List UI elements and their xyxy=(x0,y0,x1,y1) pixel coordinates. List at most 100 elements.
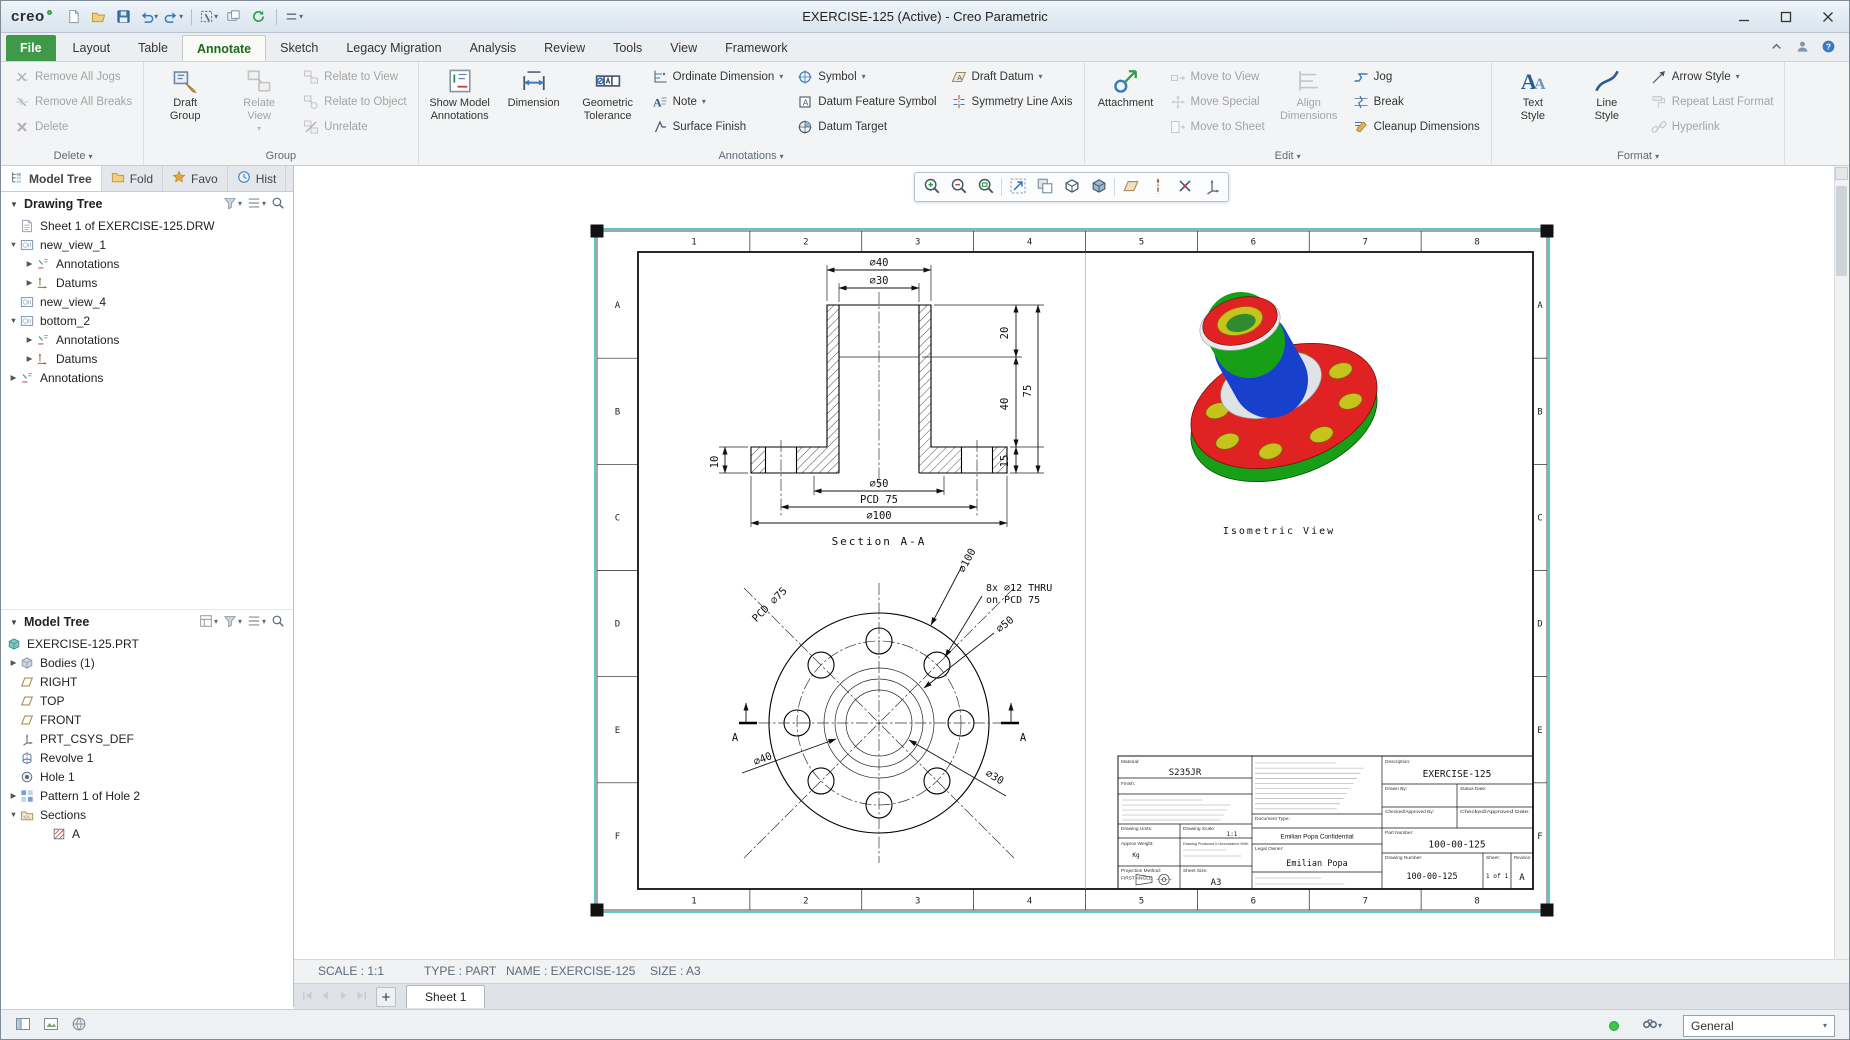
sheet-corner-handle[interactable] xyxy=(1540,224,1554,238)
attachment-button[interactable]: Attachment xyxy=(1090,64,1162,142)
dim-pcd75[interactable]: PCD 75 xyxy=(860,494,898,506)
tree-item-revolve-1[interactable]: Revolve 1 xyxy=(1,748,293,767)
navigator-tab-favo[interactable]: Favo xyxy=(163,166,228,191)
tab-tools[interactable]: Tools xyxy=(599,35,656,61)
panel-toggle-button[interactable] xyxy=(11,1014,35,1038)
symmetry-line-axis-button[interactable]: Symmetry Line Axis xyxy=(945,89,1079,114)
draft-datum-button[interactable]: A Draft Datum ▾ xyxy=(945,64,1079,89)
tree-item-sheet-1-of-exercise-125-drw[interactable]: Sheet 1 of EXERCISE-125.DRW xyxy=(1,216,293,235)
model-display-button[interactable]: ▾ xyxy=(198,613,219,632)
repaint-button[interactable] xyxy=(1031,174,1058,200)
collapse-ribbon-button[interactable] xyxy=(1765,38,1787,58)
show-model-annotations-button[interactable]: Show Model Annotations xyxy=(424,64,496,142)
user-button[interactable] xyxy=(1791,38,1813,58)
ribbon-group-label-delete[interactable]: Delete ▾ xyxy=(3,150,143,162)
symbol-button[interactable]: Symbol ▾ xyxy=(791,64,942,89)
tree-item-datums[interactable]: ▶ Datums xyxy=(1,273,293,292)
new-window-button[interactable] xyxy=(222,5,246,29)
tab-legacy-migration[interactable]: Legacy Migration xyxy=(332,35,455,61)
tab-table[interactable]: Table xyxy=(124,35,182,61)
save-button[interactable] xyxy=(112,5,136,29)
tree-item-datums[interactable]: ▶ Datums xyxy=(1,349,293,368)
dim-10[interactable]: 10 xyxy=(709,456,721,469)
undo-button[interactable]: ▾ xyxy=(137,5,161,29)
zoom-in-button[interactable] xyxy=(918,174,945,200)
tree-filter-button[interactable]: ▾ xyxy=(222,613,243,632)
sheet-corner-handle[interactable] xyxy=(590,224,604,238)
tab-sketch[interactable]: Sketch xyxy=(266,35,332,61)
tree-filter-button[interactable]: ▾ xyxy=(222,195,243,214)
datum-csys-button[interactable] xyxy=(1198,174,1225,200)
find-button[interactable]: ▾ xyxy=(1640,1014,1664,1038)
expand-icon[interactable]: ▶ xyxy=(7,791,20,800)
draft-group-button[interactable]: Draft Group xyxy=(149,64,221,142)
geometric-tolerance-button[interactable]: Geometric Tolerance xyxy=(572,64,644,142)
tree-item-annotations[interactable]: ▶ Annotations xyxy=(1,368,293,387)
tab-review[interactable]: Review xyxy=(530,35,599,61)
ribbon-group-label-format[interactable]: Format ▾ xyxy=(1492,150,1785,162)
collapse-icon[interactable]: ▼ xyxy=(7,810,20,819)
ribbon-group-label-edit[interactable]: Edit ▾ xyxy=(1085,150,1491,162)
vertical-scrollbar[interactable] xyxy=(1834,166,1849,959)
select-filter-button[interactable]: ▾ xyxy=(197,5,221,29)
tree-item-new-view-4[interactable]: new_view_4 xyxy=(1,292,293,311)
text-style-button[interactable]: A A Text Style xyxy=(1497,64,1569,142)
customize-button[interactable]: ▾ xyxy=(282,5,306,29)
search-button[interactable] xyxy=(270,613,286,632)
ribbon-group-label-annotations[interactable]: Annotations ▾ xyxy=(419,150,1084,162)
tab-analysis[interactable]: Analysis xyxy=(456,35,531,61)
tree-item-prt-csys-def[interactable]: PRT_CSYS_DEF xyxy=(1,729,293,748)
collapse-icon[interactable]: ▼ xyxy=(7,240,20,249)
tab-view[interactable]: View xyxy=(656,35,711,61)
jog-button[interactable]: Jog xyxy=(1347,64,1486,89)
tab-framework[interactable]: Framework xyxy=(711,35,802,61)
regenerate-button[interactable] xyxy=(247,5,271,29)
ribbon-group-label-group[interactable]: Group xyxy=(144,150,417,162)
zoom-window-button[interactable] xyxy=(972,174,999,200)
scrollbar-button[interactable] xyxy=(1835,167,1848,180)
drawing-canvas[interactable]: 1122334455667788A AB BC CD DE EF F ⌀40 ⌀… xyxy=(294,166,1836,959)
maximize-button[interactable] xyxy=(1765,1,1807,32)
ordinate-dimension-button[interactable]: Ordinate Dimension ▾ xyxy=(646,64,790,89)
tree-display-button[interactable]: ▾ xyxy=(246,613,267,632)
tab-annotate[interactable]: Annotate xyxy=(181,35,267,61)
display-style-button[interactable] xyxy=(1058,174,1085,200)
dimension-button[interactable]: Dimension xyxy=(498,64,570,142)
tree-item-bottom-2[interactable]: ▼ bottom_2 xyxy=(1,311,293,330)
dim-75[interactable]: 75 xyxy=(1022,385,1034,398)
tree-item-annotations[interactable]: ▶ Annotations xyxy=(1,330,293,349)
navigator-tab-model-tree[interactable]: Model Tree xyxy=(1,166,102,191)
break-button[interactable]: Break xyxy=(1347,89,1486,114)
add-sheet-button[interactable] xyxy=(376,986,396,1007)
minimize-button[interactable] xyxy=(1723,1,1765,32)
dim-20[interactable]: 20 xyxy=(999,327,1011,340)
dim-d50[interactable]: ⌀50 xyxy=(870,478,889,490)
collapse-icon[interactable]: ▼ xyxy=(7,316,20,325)
tree-item-bodies-1[interactable]: ▶ Bodies (1) xyxy=(1,653,293,672)
expand-icon[interactable]: ▶ xyxy=(23,259,36,268)
expand-icon[interactable]: ▶ xyxy=(7,373,20,382)
datum-point-button[interactable] xyxy=(1171,174,1198,200)
display-toggle-button[interactable] xyxy=(39,1014,63,1038)
expand-icon[interactable]: ▶ xyxy=(23,278,36,287)
dim-d40[interactable]: ⌀40 xyxy=(870,257,889,269)
tree-item-annotations[interactable]: ▶ Annotations xyxy=(1,254,293,273)
redo-button[interactable]: ▾ xyxy=(162,5,186,29)
hole-note-line2[interactable]: on PCD 75 xyxy=(986,595,1040,606)
tree-item-new-view-1[interactable]: ▼ new_view_1 xyxy=(1,235,293,254)
line-style-button[interactable]: Line Style xyxy=(1571,64,1643,142)
tab-layout[interactable]: Layout xyxy=(59,35,125,61)
note-button[interactable]: A Note ▾ xyxy=(646,89,790,114)
tree-item-exercise-125-prt[interactable]: EXERCISE-125.PRT xyxy=(1,634,293,653)
expand-icon[interactable]: ▶ xyxy=(23,335,36,344)
tree-item-right[interactable]: RIGHT xyxy=(1,672,293,691)
navigator-tab-hist[interactable]: Hist xyxy=(228,166,287,191)
navigator-tab-fold[interactable]: Fold xyxy=(102,166,164,191)
browser-toggle-button[interactable] xyxy=(67,1014,91,1038)
zoom-out-button[interactable] xyxy=(945,174,972,200)
cleanup-dimensions-button[interactable]: Cleanup Dimensions xyxy=(1347,114,1486,139)
dim-15[interactable]: 15 xyxy=(999,455,1011,468)
close-button[interactable] xyxy=(1807,1,1849,32)
selection-filter-combobox[interactable]: General ▾ xyxy=(1683,1014,1835,1037)
surface-finish-button[interactable]: Surface Finish xyxy=(646,114,790,139)
